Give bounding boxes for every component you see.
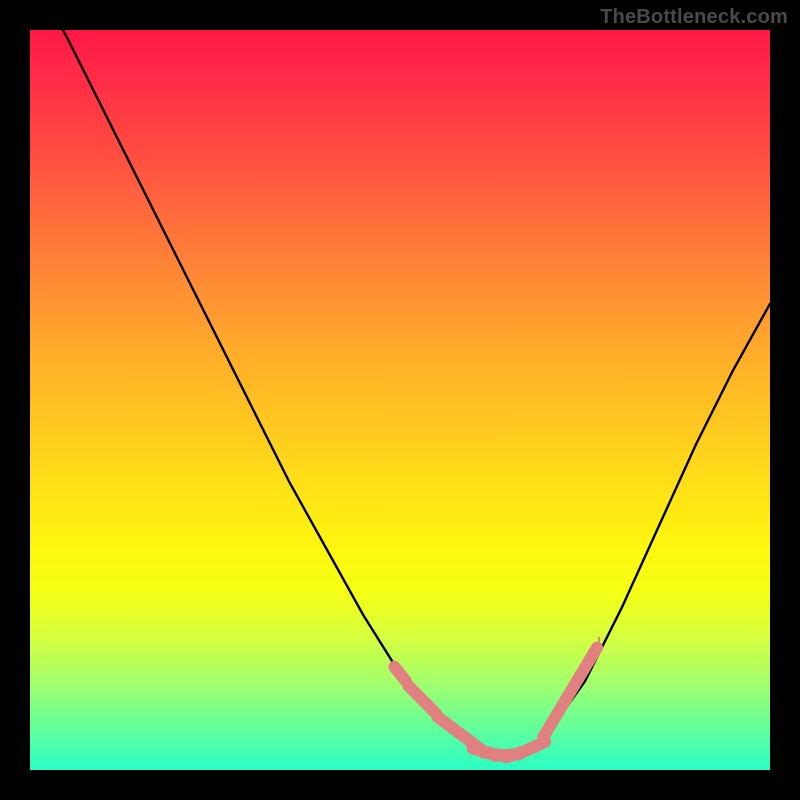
- marker-cluster-right-marker: [543, 722, 552, 737]
- chart-frame: TheBottleneck.com: [0, 0, 800, 800]
- marker-cluster-right-marker: [566, 685, 575, 700]
- marker-cluster-right-marker: [577, 666, 586, 681]
- plot-area: [30, 30, 770, 770]
- marker-cluster-right-marker: [554, 703, 563, 718]
- chart-svg: [30, 30, 770, 770]
- main-curve-path: [30, 0, 770, 757]
- watermark-label: TheBottleneck.com: [600, 6, 788, 29]
- marker-cluster-left-marker: [394, 667, 405, 681]
